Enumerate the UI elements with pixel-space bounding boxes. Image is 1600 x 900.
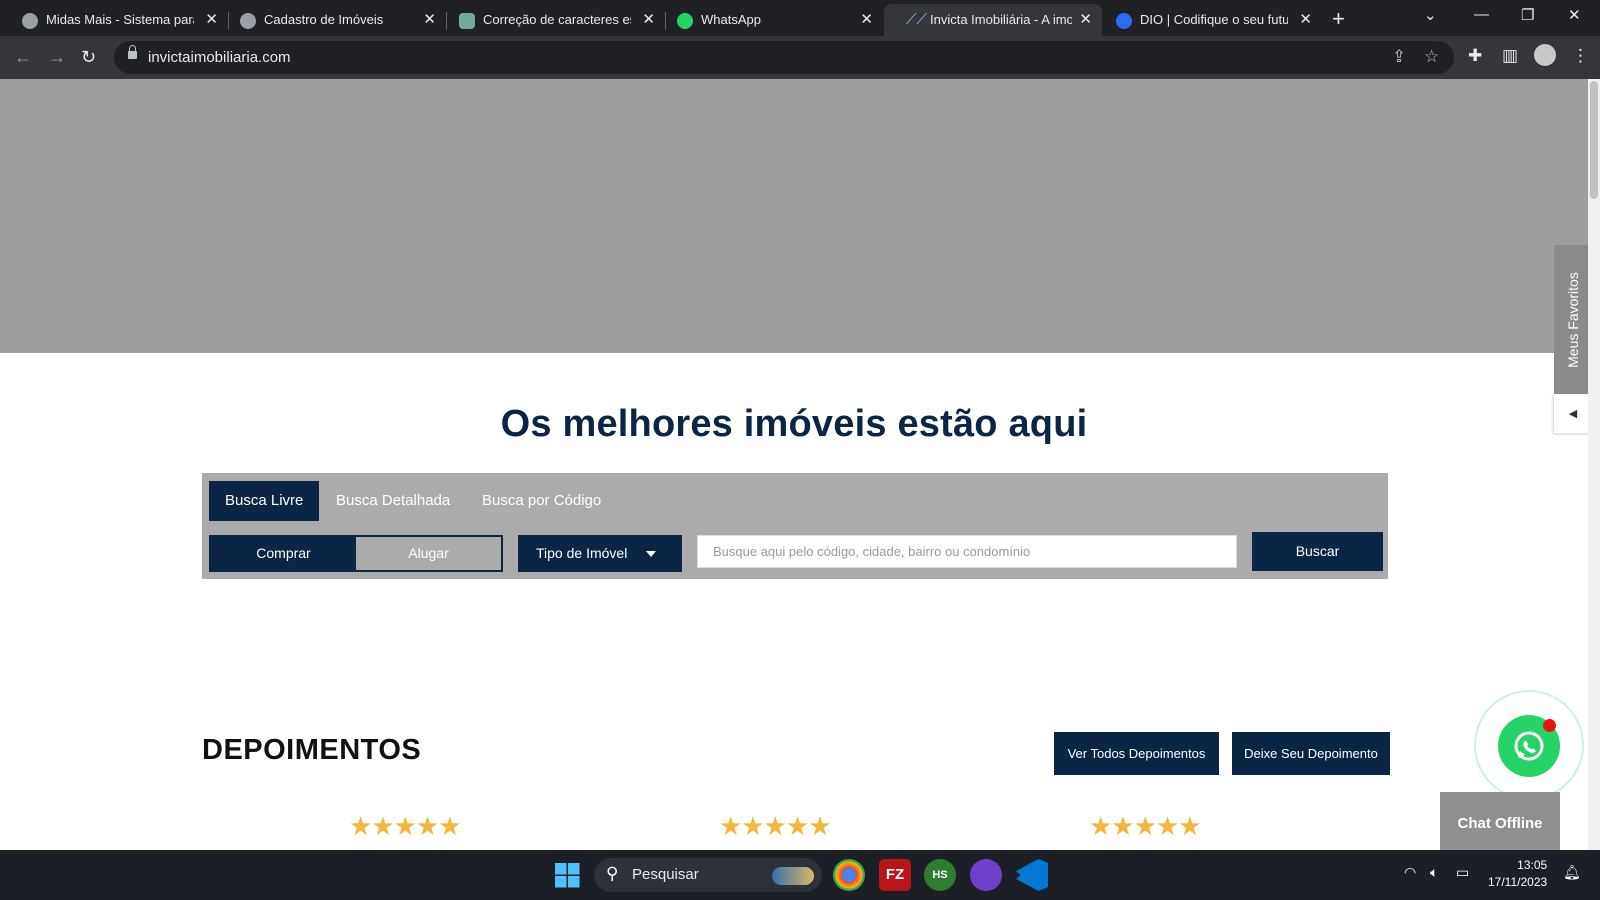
lock-icon: [128, 45, 137, 59]
hero-banner: [0, 79, 1588, 353]
chatgpt-icon: [459, 13, 475, 29]
windows-start-icon[interactable]: [555, 863, 580, 888]
tab-midas[interactable]: Midas Mais - Sistema para ✕: [0, 4, 228, 36]
comprar-option[interactable]: Comprar: [211, 537, 356, 570]
reload-icon[interactable]: ↻: [81, 47, 96, 68]
restore-icon[interactable]: ❐: [1521, 6, 1534, 24]
tab-cadastro[interactable]: Cadastro de Imóveis ✕: [218, 4, 446, 36]
share-icon[interactable]: ⇪: [1392, 47, 1406, 67]
profile-avatar[interactable]: [1534, 44, 1556, 66]
tab-whatsapp[interactable]: WhatsApp ✕: [655, 4, 883, 36]
address-bar[interactable]: invictaimobiliaria.com ⇪ ☆: [114, 41, 1454, 74]
tab-title: WhatsApp: [701, 12, 761, 27]
rating-stars: ★★★★★: [349, 811, 462, 841]
taskbar-search[interactable]: ⚲ Pesquisar: [594, 858, 822, 892]
clock-time: 13:05: [1517, 858, 1548, 872]
close-tab-icon[interactable]: ✕: [860, 10, 873, 28]
taskbar-search-label: Pesquisar: [632, 866, 699, 883]
search-input[interactable]: [697, 535, 1237, 568]
notification-dot: [1543, 719, 1556, 732]
tab-title: Invicta Imobiliária - A imob: [930, 12, 1072, 27]
search-highlight-image: [772, 867, 814, 885]
tab-dio[interactable]: DIO | Codifique o seu futur ✕: [1094, 4, 1322, 36]
wifi-icon[interactable]: ◠: [1404, 864, 1416, 881]
close-tab-icon[interactable]: ✕: [423, 10, 436, 28]
dio-icon: [1116, 13, 1132, 29]
tab-title: Midas Mais - Sistema para: [46, 12, 194, 27]
rating-stars: ★★★★★: [719, 811, 832, 841]
buscar-button[interactable]: Buscar: [1252, 532, 1383, 571]
tab-title: DIO | Codifique o seu futur: [1140, 12, 1288, 27]
page-headline: Os melhores imóveis estão aqui: [500, 403, 1088, 445]
battery-icon[interactable]: ▭: [1456, 864, 1469, 881]
side-panel-icon[interactable]: ▥: [1502, 46, 1518, 66]
chrome-app-icon[interactable]: [833, 859, 865, 891]
bookmark-star-icon[interactable]: ☆: [1424, 47, 1439, 67]
vscode-app-icon[interactable]: [1016, 859, 1048, 891]
back-icon[interactable]: ←: [14, 47, 32, 68]
tab-search-chevron-icon[interactable]: ⌄: [1424, 6, 1437, 24]
new-tab-icon[interactable]: +: [1332, 6, 1345, 32]
menu-kebab-icon[interactable]: ⋮: [1572, 46, 1589, 66]
chevron-down-icon: [646, 551, 656, 557]
filezilla-app-icon[interactable]: FZ: [879, 859, 911, 891]
invicta-icon: ⟋⟋: [906, 11, 928, 28]
tipo-imovel-label: Tipo de Imóvel: [536, 545, 628, 561]
collapse-arrow-icon[interactable]: ◀: [1554, 395, 1592, 433]
forward-icon[interactable]: →: [48, 47, 66, 68]
taskbar-clock[interactable]: 13:05 17/11/2023: [1488, 857, 1547, 891]
extensions-icon[interactable]: ✚: [1468, 46, 1482, 66]
browser-toolbar: ← → ↻ invictaimobiliaria.com ⇪ ☆ ✚ ▥ ⋮: [0, 36, 1600, 79]
whatsapp-icon: [677, 13, 693, 29]
windows-taskbar: ⚲ Pesquisar FZ HS ◠ 🔈︎ ▭ 13:05 17/11/202…: [0, 850, 1600, 900]
notification-bell-icon[interactable]: 🔔︎: [1563, 864, 1581, 881]
tab-title: Correção de caracteres esp: [483, 12, 631, 27]
page-scrollbar[interactable]: [1588, 79, 1600, 850]
heidisql-app-icon[interactable]: HS: [924, 859, 956, 891]
volume-icon[interactable]: 🔈︎: [1430, 864, 1438, 881]
search-panel: Busca Livre Busca Detalhada Busca por Có…: [202, 473, 1388, 579]
browser-tab-bar: Midas Mais - Sistema para ✕ Cadastro de …: [0, 0, 1600, 36]
rating-stars: ★★★★★: [1089, 811, 1202, 841]
tipo-imovel-dropdown[interactable]: Tipo de Imóvel: [518, 535, 682, 572]
comprar-alugar-toggle: Comprar Alugar: [209, 535, 503, 572]
close-tab-icon[interactable]: ✕: [642, 10, 655, 28]
ver-todos-depoimentos-button[interactable]: Ver Todos Depoimentos: [1054, 732, 1219, 775]
scroll-thumb[interactable]: [1590, 81, 1598, 199]
tab-busca-detalhada[interactable]: Busca Detalhada: [320, 481, 466, 521]
github-desktop-app-icon[interactable]: [970, 859, 1002, 891]
tab-title: Cadastro de Imóveis: [264, 12, 384, 27]
tab-correcao[interactable]: Correção de caracteres esp ✕: [437, 4, 665, 36]
meus-favoritos-tab[interactable]: Meus Favoritos: [1554, 245, 1592, 394]
alugar-option[interactable]: Alugar: [356, 537, 501, 570]
chat-offline-button[interactable]: Chat Offline: [1440, 792, 1560, 850]
depoimentos-title: DEPOIMENTOS: [202, 734, 422, 766]
deixe-depoimento-button[interactable]: Deixe Seu Depoimento: [1232, 732, 1390, 775]
window-close-icon[interactable]: ✕: [1568, 6, 1581, 24]
tab-invicta[interactable]: ⟋⟋ Invicta Imobiliária - A imob ✕: [884, 4, 1102, 36]
clock-date: 17/11/2023: [1488, 875, 1548, 889]
favoritos-label: Meus Favoritos: [1565, 271, 1581, 368]
globe-icon: [22, 13, 38, 29]
tab-busca-livre[interactable]: Busca Livre: [209, 481, 320, 521]
globe-icon: [240, 13, 256, 29]
search-icon: ⚲: [606, 864, 619, 883]
close-tab-icon[interactable]: ✕: [205, 10, 218, 28]
tab-busca-codigo[interactable]: Busca por Código: [466, 481, 617, 521]
minimize-icon[interactable]: —: [1474, 6, 1489, 23]
url-text: invictaimobiliaria.com: [148, 49, 291, 66]
close-tab-icon[interactable]: ✕: [1299, 10, 1312, 28]
close-tab-icon[interactable]: ✕: [1079, 10, 1092, 28]
page-content: Os melhores imóveis estão aqui Busca Liv…: [0, 79, 1588, 850]
